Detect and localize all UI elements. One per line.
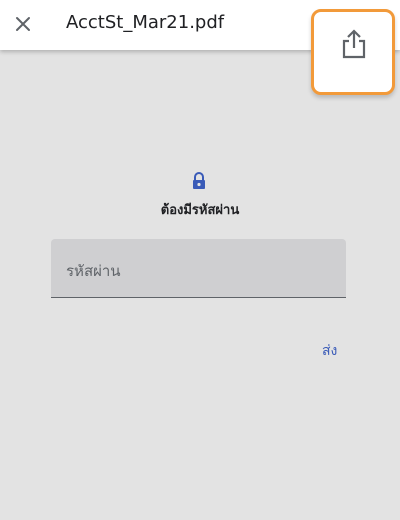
password-required-message: ต้องมีรหัสผ่าน: [160, 203, 240, 218]
lock-icon: [193, 172, 205, 189]
password-placeholder: รหัสผ่าน: [66, 262, 121, 280]
submit-button[interactable]: ส่ง: [316, 338, 343, 364]
share-icon: [342, 29, 366, 59]
file-title: AcctSt_Mar21.pdf: [66, 12, 225, 33]
close-icon: [16, 17, 30, 31]
password-input[interactable]: รหัสผ่าน: [51, 239, 346, 298]
share-button[interactable]: [311, 9, 395, 95]
close-button[interactable]: [10, 11, 36, 37]
